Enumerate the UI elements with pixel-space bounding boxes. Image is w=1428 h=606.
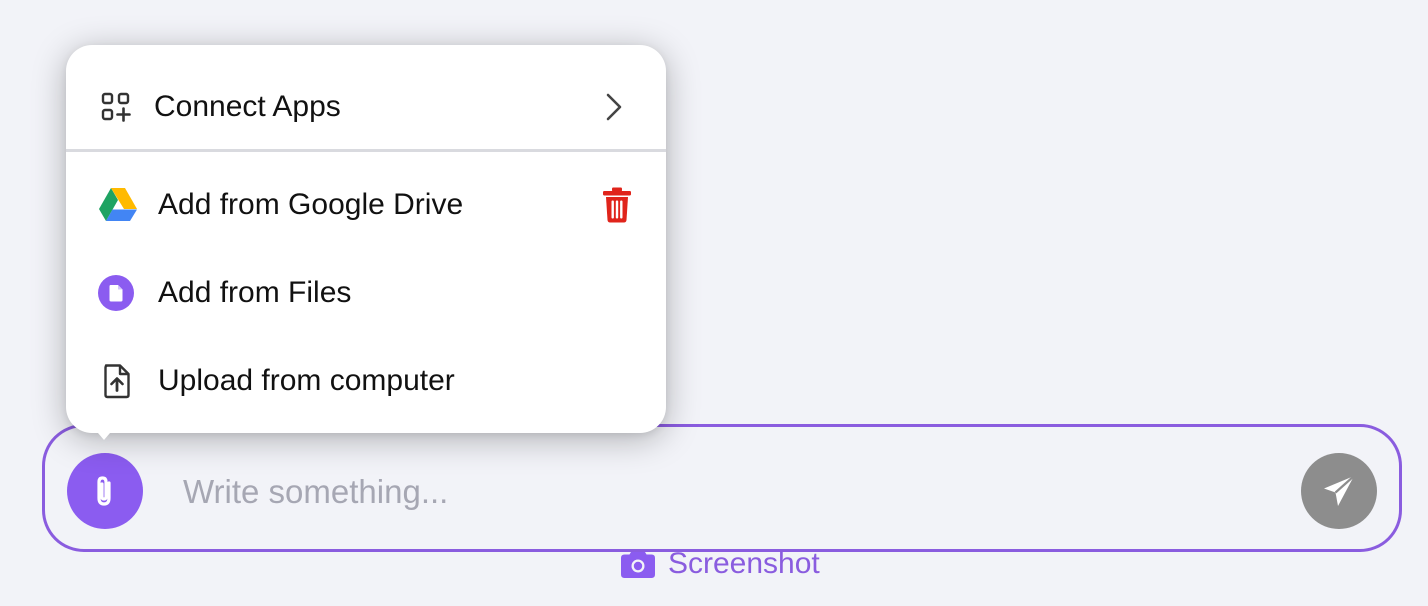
attachment-menu: Connect Apps Add from Google Drive Add f… (66, 45, 666, 433)
screenshot-button[interactable]: Screenshot (620, 547, 820, 581)
google-drive-icon (98, 187, 138, 223)
file-upload-icon (102, 363, 132, 399)
menu-divider (66, 149, 666, 152)
screenshot-label: Screenshot (668, 547, 820, 580)
file-circle-icon (97, 274, 135, 312)
menu-item-files[interactable]: Add from Files (66, 258, 666, 328)
menu-item-label: Add from Files (158, 276, 352, 309)
send-icon (1321, 473, 1357, 509)
apps-add-icon (100, 91, 132, 123)
menu-item-label: Connect Apps (154, 90, 341, 123)
menu-item-label: Upload from computer (158, 364, 455, 397)
camera-icon (620, 549, 656, 579)
menu-item-connect-apps[interactable]: Connect Apps (66, 72, 666, 142)
menu-pointer (92, 426, 116, 440)
chevron-right-icon (604, 92, 624, 122)
trash-icon[interactable] (602, 187, 632, 223)
send-button[interactable] (1301, 453, 1377, 529)
paperclip-icon (92, 474, 118, 508)
attach-button[interactable] (67, 453, 143, 529)
message-composer (42, 424, 1402, 552)
menu-item-google-drive[interactable]: Add from Google Drive (66, 170, 666, 240)
message-input[interactable] (181, 463, 1285, 521)
menu-item-label: Add from Google Drive (158, 188, 464, 221)
menu-item-upload-computer[interactable]: Upload from computer (66, 346, 666, 416)
